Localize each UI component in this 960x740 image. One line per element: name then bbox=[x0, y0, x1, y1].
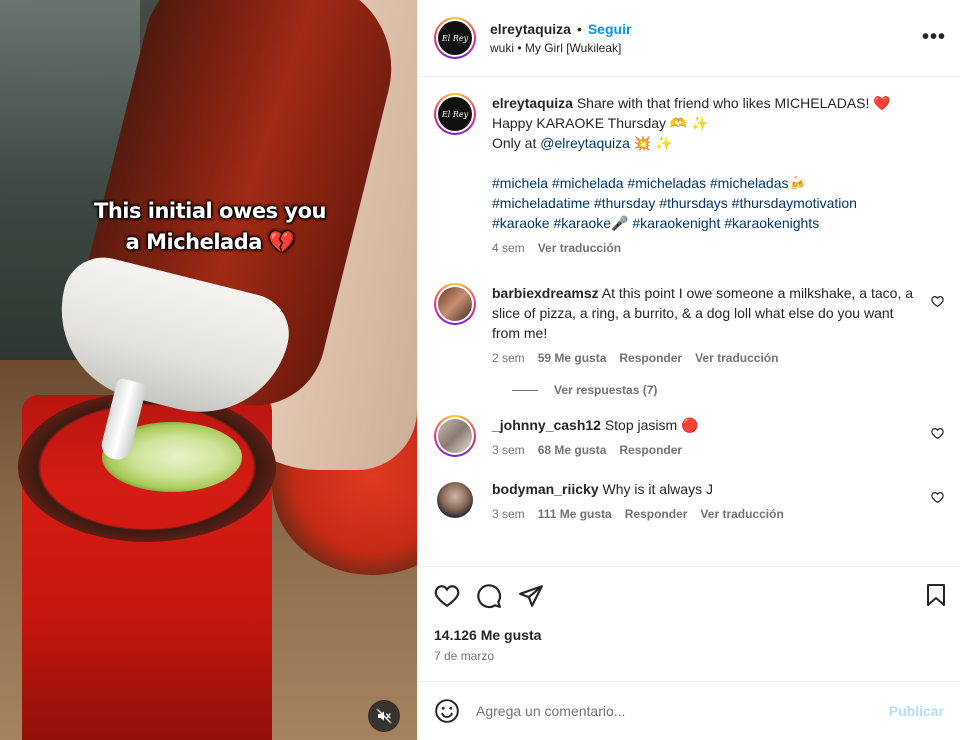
comment-time[interactable]: 3 sem bbox=[492, 443, 525, 457]
share-button[interactable] bbox=[518, 583, 544, 609]
hashtags-line-2[interactable]: #micheladatime #thursday #thursdays #thu… bbox=[492, 195, 857, 211]
mute-button[interactable] bbox=[368, 700, 400, 732]
post-header: El Rey elreytaquiza • Seguir wuki • My G… bbox=[418, 0, 960, 77]
muted-speaker-icon bbox=[376, 708, 392, 724]
caption-line-1: This initial owes you bbox=[94, 199, 327, 223]
commenter-photo bbox=[438, 287, 472, 321]
more-options-icon[interactable]: ••• bbox=[922, 26, 946, 49]
author-username[interactable]: elreytaquiza bbox=[490, 21, 571, 37]
comment-translate[interactable]: Ver traducción bbox=[695, 351, 778, 365]
commenter-photo bbox=[438, 419, 472, 453]
save-button[interactable] bbox=[924, 583, 948, 607]
like-button[interactable] bbox=[434, 583, 460, 609]
comment-like-heart-icon[interactable] bbox=[931, 491, 944, 507]
comment-translate[interactable]: Ver traducción bbox=[700, 507, 783, 521]
video-caption: This initial owes you a Michelada 💔 bbox=[60, 196, 360, 258]
comment-like-heart-icon[interactable] bbox=[931, 295, 944, 311]
comment-likes[interactable]: 111 Me gusta bbox=[538, 507, 612, 521]
separator-dot: • bbox=[576, 21, 582, 37]
post-caption: El Rey elreytaquiza Share with that frie… bbox=[434, 93, 944, 255]
comment-likes[interactable]: 59 Me gusta bbox=[538, 351, 607, 365]
comment-time[interactable]: 2 sem bbox=[492, 351, 525, 365]
share-icon bbox=[519, 585, 543, 607]
heart-icon bbox=[434, 585, 460, 608]
view-replies-button[interactable]: Ver respuestas (7) bbox=[512, 383, 944, 397]
comment-time[interactable]: 3 sem bbox=[492, 507, 525, 521]
post-video[interactable]: This initial owes you a Michelada 💔 bbox=[0, 0, 417, 740]
reply-button[interactable]: Responder bbox=[625, 507, 688, 521]
mention-link[interactable]: @elreytaquiza bbox=[540, 135, 630, 151]
commenter-avatar[interactable] bbox=[434, 479, 476, 521]
comment-text: Stop jasism 🔴 bbox=[604, 417, 699, 433]
author-logo: El Rey bbox=[438, 97, 472, 131]
hashtags-line-3[interactable]: #karaoke #karaoke🎤 #karaokenight #karaok… bbox=[492, 215, 819, 231]
reply-button[interactable]: Responder bbox=[619, 351, 682, 365]
commenter-avatar[interactable] bbox=[434, 283, 476, 325]
comment-username[interactable]: _johnny_cash12 bbox=[492, 417, 601, 433]
comment-likes[interactable]: 68 Me gusta bbox=[538, 443, 607, 457]
comment-button[interactable] bbox=[476, 583, 502, 609]
replies-divider bbox=[512, 389, 538, 391]
reply-button[interactable]: Responder bbox=[619, 443, 682, 457]
add-comment-bar: Publicar bbox=[418, 681, 960, 740]
follow-button[interactable]: Seguir bbox=[588, 21, 632, 37]
commenter-photo bbox=[437, 482, 473, 518]
author-avatar[interactable]: El Rey bbox=[434, 93, 476, 135]
caption-line-2: Happy KARAOKE Thursday 🫶 ✨ bbox=[492, 115, 709, 131]
author-avatar[interactable]: El Rey bbox=[434, 17, 476, 59]
caption-line-3-suffix: 💥 ✨ bbox=[629, 135, 673, 151]
comment-text: Why is it always J bbox=[602, 481, 713, 497]
publish-button[interactable]: Publicar bbox=[889, 703, 944, 719]
caption-time[interactable]: 4 sem bbox=[492, 241, 525, 255]
post-side-panel: El Rey elreytaquiza • Seguir wuki • My G… bbox=[417, 0, 960, 740]
comment-icon bbox=[477, 584, 502, 609]
caption-line-2: a Michelada 💔 bbox=[125, 230, 295, 254]
comment-like-heart-icon[interactable] bbox=[931, 427, 944, 443]
author-logo: El Rey bbox=[438, 21, 472, 55]
hashtags-line-1[interactable]: #michela #michelada #micheladas #michela… bbox=[492, 175, 806, 191]
emoji-button[interactable] bbox=[434, 698, 460, 724]
post-dialog: This initial owes you a Michelada 💔 El R… bbox=[0, 0, 960, 740]
likes-count[interactable]: 14.126 Me gusta bbox=[434, 627, 944, 643]
comment-username[interactable]: barbiexdreamsz bbox=[492, 285, 599, 301]
caption-username[interactable]: elreytaquiza bbox=[492, 95, 573, 111]
caption-line-1: Share with that friend who likes MICHELA… bbox=[576, 95, 891, 111]
comment-item: bodyman_riicky Why is it always J 3 sem … bbox=[434, 479, 944, 521]
view-replies-label: Ver respuestas (7) bbox=[554, 383, 658, 397]
comment-item: barbiexdreamsz At this point I owe someo… bbox=[434, 283, 944, 365]
post-date[interactable]: 7 de marzo bbox=[434, 649, 944, 663]
caption-line-3-prefix: Only at bbox=[492, 135, 541, 151]
bookmark-icon bbox=[927, 584, 945, 606]
comments-section[interactable]: El Rey elreytaquiza Share with that frie… bbox=[418, 77, 960, 566]
post-actions: 14.126 Me gusta 7 de marzo bbox=[418, 566, 960, 681]
audio-track[interactable]: wuki • My Girl [Wukileak] bbox=[490, 41, 631, 55]
comment-input[interactable] bbox=[476, 703, 889, 719]
caption-translate[interactable]: Ver traducción bbox=[538, 241, 621, 255]
comment-item: _johnny_cash12 Stop jasism 🔴 3 sem 68 Me… bbox=[434, 415, 944, 457]
comment-username[interactable]: bodyman_riicky bbox=[492, 481, 599, 497]
commenter-avatar[interactable] bbox=[434, 415, 476, 457]
emoji-icon bbox=[435, 699, 459, 723]
